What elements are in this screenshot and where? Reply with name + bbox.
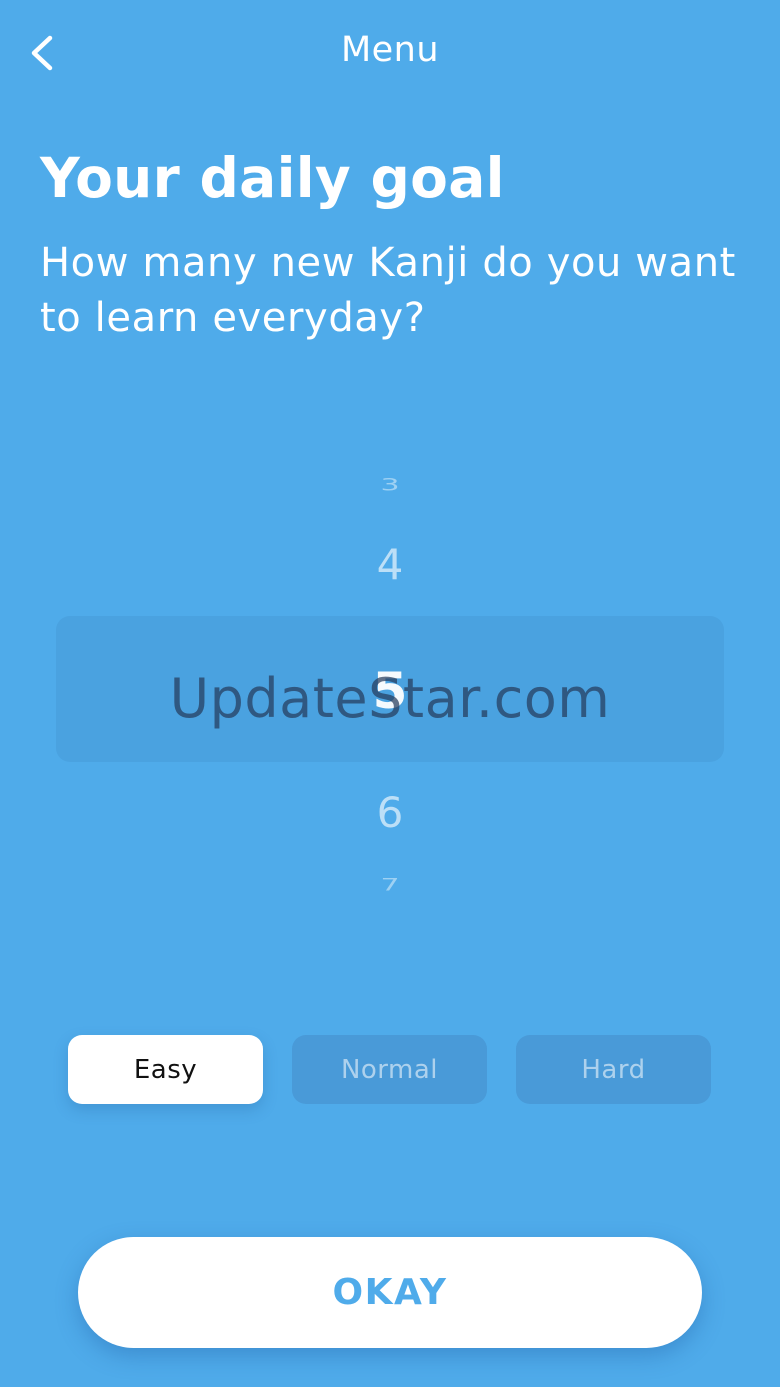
page-subtitle: How many new Kanji do you want to learn … xyxy=(40,240,736,341)
picker-option[interactable]: 7 xyxy=(0,876,780,895)
difficulty-selector: Easy Normal Hard xyxy=(0,1035,780,1105)
difficulty-easy-button[interactable]: Easy xyxy=(68,1035,263,1104)
page-title: Your daily goal xyxy=(40,146,505,210)
okay-button[interactable]: OKAY xyxy=(78,1237,702,1348)
picker-option[interactable]: 3 xyxy=(0,476,780,495)
picker-option[interactable]: 4 xyxy=(0,540,780,589)
nav-title: Menu xyxy=(340,30,440,70)
difficulty-normal-button[interactable]: Normal xyxy=(292,1035,487,1104)
nav-bar: Menu xyxy=(0,0,780,106)
daily-goal-picker[interactable]: 3 4 5 6 7 UpdateStar.com xyxy=(0,440,780,940)
difficulty-hard-button[interactable]: Hard xyxy=(516,1035,711,1104)
picker-selected-option[interactable]: 5 xyxy=(0,662,780,720)
picker-option[interactable]: 6 xyxy=(0,788,780,837)
